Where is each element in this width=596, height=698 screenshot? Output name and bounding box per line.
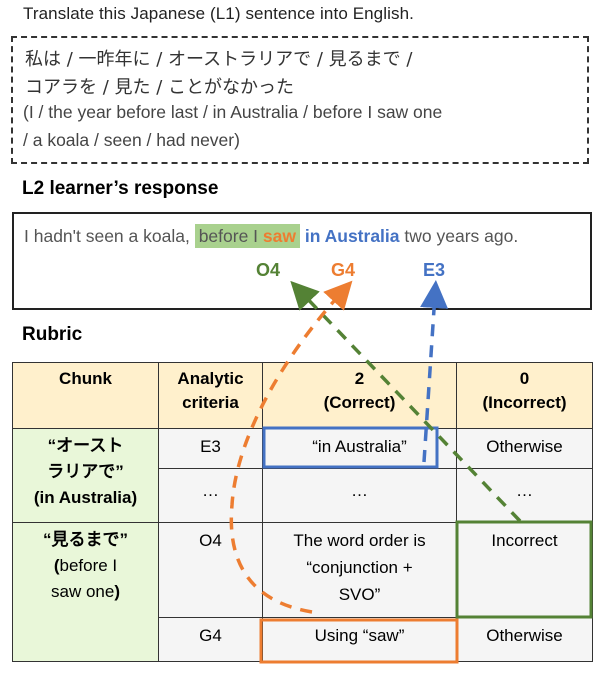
response-plain-text-end: two years ago. — [399, 226, 519, 246]
chunk-cell-mirumade: “見るまで” (before I saw one) — [12, 522, 159, 662]
label-o4: O4 — [256, 260, 281, 280]
task-instruction: Translate this Japanese (L1) sentence in… — [23, 4, 414, 23]
header-score-0: 0 (Incorrect) — [456, 362, 593, 429]
saw-word: saw — [262, 226, 296, 246]
criterion-cell: … — [158, 468, 263, 523]
chunk-cell-australia: “オースト ラリアで” (in Australia) — [12, 428, 159, 523]
header-row: Chunk Analytic criteria 2 (Correct) 0 (Inco… — [12, 362, 593, 429]
highlight-text: before I — [198, 226, 263, 246]
response-plain-text: I hadn't seen a koala, — [24, 226, 195, 246]
criterion-cell: O4 — [158, 522, 263, 618]
chunk-japanese: ラリアで” — [47, 462, 124, 481]
table-row: “見るまで” (before I saw one) O4 The word or… — [12, 522, 593, 662]
rubric-table: Chunk Analytic criteria 2 (Correct) 0 (Inco… — [12, 362, 593, 662]
incorrect-cell: Otherwise — [456, 428, 593, 469]
header-chunk: Chunk — [12, 362, 159, 429]
response-heading: L2 learner’s response — [22, 178, 219, 199]
label-e3: E3 — [423, 260, 446, 280]
in-australia-phrase: in Australia — [304, 226, 400, 246]
chunk-gloss: saw one) — [51, 582, 120, 601]
criterion-cell: G4 — [158, 617, 263, 662]
chunk-japanese: “見るまで” — [43, 530, 128, 549]
chunk-japanese: “オースト — [47, 436, 124, 455]
criterion-cell: E3 — [158, 428, 263, 469]
correct-cell: … — [262, 468, 457, 523]
table-row: “オースト ラリアで” (in Australia) E3 “in Austra… — [12, 428, 593, 523]
english-gloss: (I / the year before last / in Australia… — [23, 98, 442, 154]
source-sentence-box: 私は / 一昨年に / オーストラリアで / 見るまで / コアラを / 見た … — [11, 36, 589, 164]
header-criteria: Analytic criteria — [158, 362, 263, 429]
learner-response-text: I hadn't seen a koala, before I saw in A… — [24, 222, 579, 250]
header-score-2: 2 (Correct) — [262, 362, 457, 429]
correct-cell: The word order is “conjunction + SVO” — [262, 522, 457, 618]
gloss-line: (I / the year before last / in Australia… — [23, 102, 443, 122]
incorrect-cell: Incorrect — [456, 522, 593, 618]
japanese-line: 私は / 一昨年に / オーストラリアで / 見るまで / — [25, 49, 413, 70]
label-g4: G4 — [331, 260, 356, 280]
chunk-gloss: (before I — [53, 556, 118, 575]
correct-cell: “in Australia” — [262, 428, 457, 469]
learner-response-box: I hadn't seen a koala, before I saw in A… — [12, 212, 592, 310]
gloss-line: / a koala / seen / had never) — [23, 130, 240, 150]
highlighted-phrase: before I saw — [194, 224, 300, 248]
incorrect-cell: Otherwise — [456, 617, 593, 662]
japanese-sentence: 私は / 一昨年に / オーストラリアで / 見るまで / コアラを / 見た … — [25, 46, 412, 102]
correct-cell: Using “saw” — [262, 617, 457, 662]
rubric-heading: Rubric — [22, 324, 83, 345]
incorrect-cell: … — [456, 468, 593, 523]
chunk-gloss: (in Australia) — [33, 488, 138, 507]
